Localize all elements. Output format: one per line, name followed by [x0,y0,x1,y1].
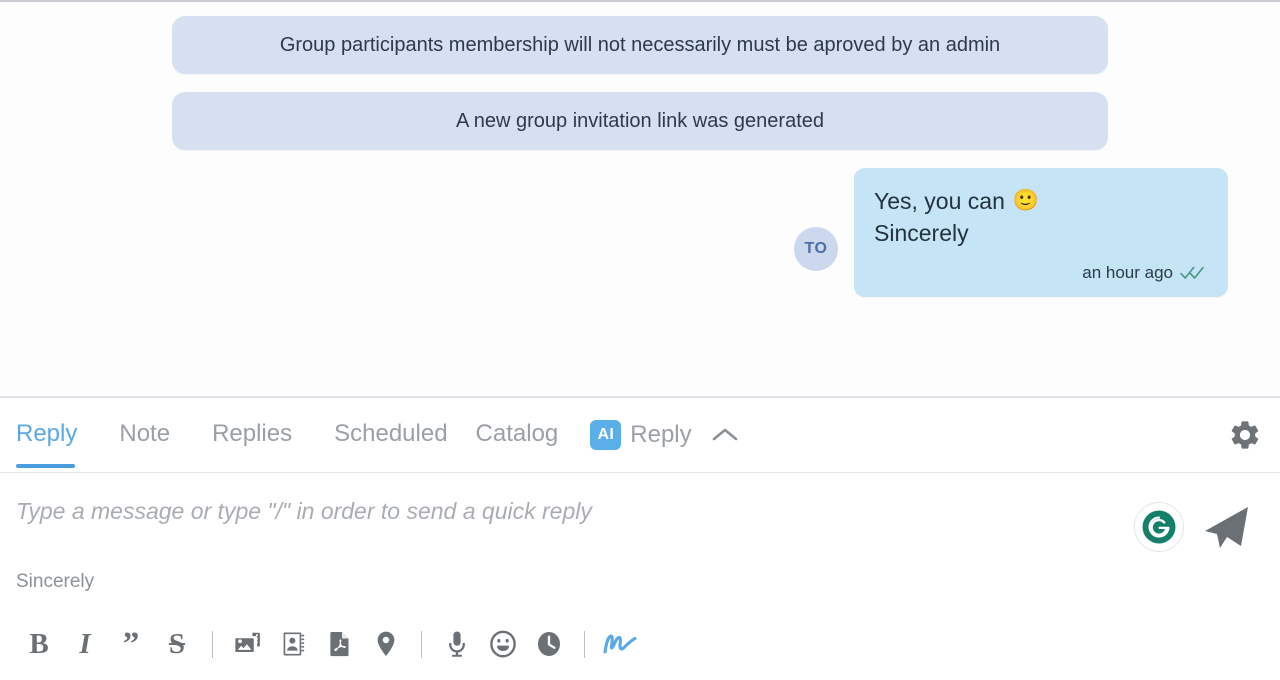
slightly-smiling-face-icon: 🙂 [1012,189,1040,213]
quote-icon[interactable]: ” [108,622,154,666]
message-line: Sincerely [874,218,1206,250]
microphone-icon[interactable] [434,622,480,666]
message-text: Yes, you can [874,188,1005,214]
tab-ai-reply[interactable]: AI Reply [590,420,692,450]
clock-icon[interactable] [526,622,572,666]
toolbar-separator [584,630,585,658]
tab-note[interactable]: Note [119,402,170,468]
composer-top-row: Type a message or type "/" in order to s… [0,497,1280,593]
ai-badge: AI [590,420,622,450]
tabs: Reply Note Replies Scheduled Catalog [16,402,586,468]
message-timestamp: an hour ago [1082,263,1173,283]
pdf-file-icon[interactable] [317,622,363,666]
avatar: TO [794,227,838,272]
grammarly-icon[interactable] [1134,502,1184,552]
message-row-system: A new group invitation link was generate… [0,92,1280,150]
gear-icon[interactable] [1228,418,1262,452]
chat-reply-composer: Group participants membership will not n… [0,0,1280,680]
message-row-outgoing: TO Yes, you can 🙂 Sincerely an hour ago [0,168,1280,298]
formatting-toolbar: B I ” S [0,622,1280,680]
composer-actions [1134,497,1252,553]
ai-reply-label: Reply [630,421,692,448]
tab-catalog[interactable]: Catalog [476,402,559,468]
toolbar-separator [421,630,422,658]
message-text: Sincerely [874,219,969,246]
double-check-icon [1180,266,1206,280]
bold-icon[interactable]: B [16,622,62,666]
send-icon[interactable] [1200,501,1252,553]
signature-icon[interactable] [597,622,643,666]
location-pin-icon[interactable] [363,622,409,666]
italic-icon[interactable]: I [62,622,108,666]
message-composer: Type a message or type "/" in order to s… [0,473,1280,680]
emoji-icon[interactable] [480,622,526,666]
system-message-bubble: Group participants membership will not n… [172,16,1108,74]
message-meta: an hour ago [874,263,1206,283]
outgoing-message-bubble: Yes, you can 🙂 Sincerely an hour ago [854,168,1228,298]
tab-reply[interactable]: Reply [16,402,77,468]
system-message-bubble: A new group invitation link was generate… [172,92,1108,150]
message-line: Yes, you can 🙂 [874,186,1206,218]
chevron-up-icon[interactable] [710,426,740,444]
toolbar-separator [212,630,213,658]
contact-card-icon[interactable] [271,622,317,666]
strikethrough-icon[interactable]: S [154,622,200,666]
composer-tabs-bar: Reply Note Replies Scheduled Catalog AI … [0,398,1280,472]
composer-input-area[interactable]: Type a message or type "/" in order to s… [16,497,1134,593]
signature-text: Sincerely [16,570,95,592]
message-input-placeholder[interactable]: Type a message or type "/" in order to s… [16,497,1134,526]
tab-replies[interactable]: Replies [212,402,292,468]
conversation-panel: Group participants membership will not n… [0,2,1280,396]
tab-scheduled[interactable]: Scheduled [334,402,447,468]
image-icon[interactable] [225,622,271,666]
message-row-system: Group participants membership will not n… [0,16,1280,74]
